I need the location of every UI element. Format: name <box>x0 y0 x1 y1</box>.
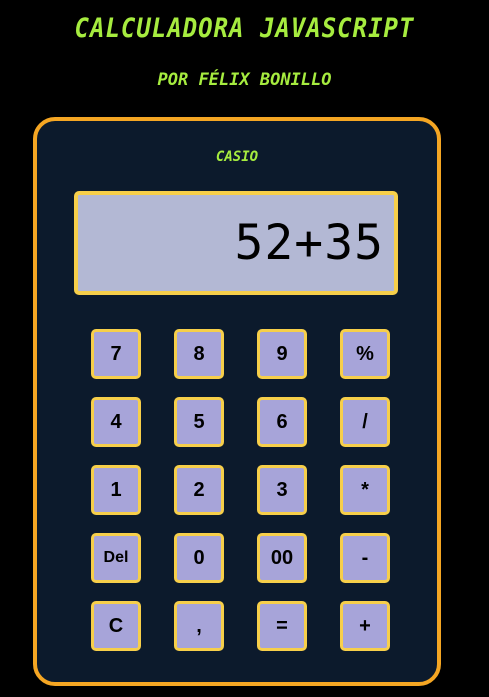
key-5[interactable]: 5 <box>174 397 224 447</box>
key-subtract[interactable]: - <box>340 533 390 583</box>
key-7[interactable]: 7 <box>91 329 141 379</box>
page-title: Calculadora JavaScript <box>74 12 415 44</box>
key-comma[interactable]: , <box>174 601 224 651</box>
page: Calculadora JavaScript Por Félix Bonillo… <box>0 0 489 697</box>
calculator-body: Casio 52+35 7 8 9 % 4 5 6 / 1 2 3 * Del … <box>33 117 441 686</box>
key-multiply[interactable]: * <box>340 465 390 515</box>
key-9[interactable]: 9 <box>257 329 307 379</box>
page-subtitle: Por Félix Bonillo <box>157 70 332 90</box>
keypad: 7 8 9 % 4 5 6 / 1 2 3 * Del 0 00 - C , =… <box>87 329 390 659</box>
key-1[interactable]: 1 <box>91 465 141 515</box>
key-0[interactable]: 0 <box>174 533 224 583</box>
key-6[interactable]: 6 <box>257 397 307 447</box>
key-delete[interactable]: Del <box>91 533 141 583</box>
display-value: 52+35 <box>234 215 384 271</box>
key-2[interactable]: 2 <box>174 465 224 515</box>
key-divide[interactable]: / <box>340 397 390 447</box>
brand-label: Casio <box>215 149 259 165</box>
calculator-display: 52+35 <box>74 191 398 295</box>
key-add[interactable]: + <box>340 601 390 651</box>
key-00[interactable]: 00 <box>257 533 307 583</box>
key-3[interactable]: 3 <box>257 465 307 515</box>
key-8[interactable]: 8 <box>174 329 224 379</box>
key-equals[interactable]: = <box>257 601 307 651</box>
key-clear[interactable]: C <box>91 601 141 651</box>
key-4[interactable]: 4 <box>91 397 141 447</box>
key-percent[interactable]: % <box>340 329 390 379</box>
